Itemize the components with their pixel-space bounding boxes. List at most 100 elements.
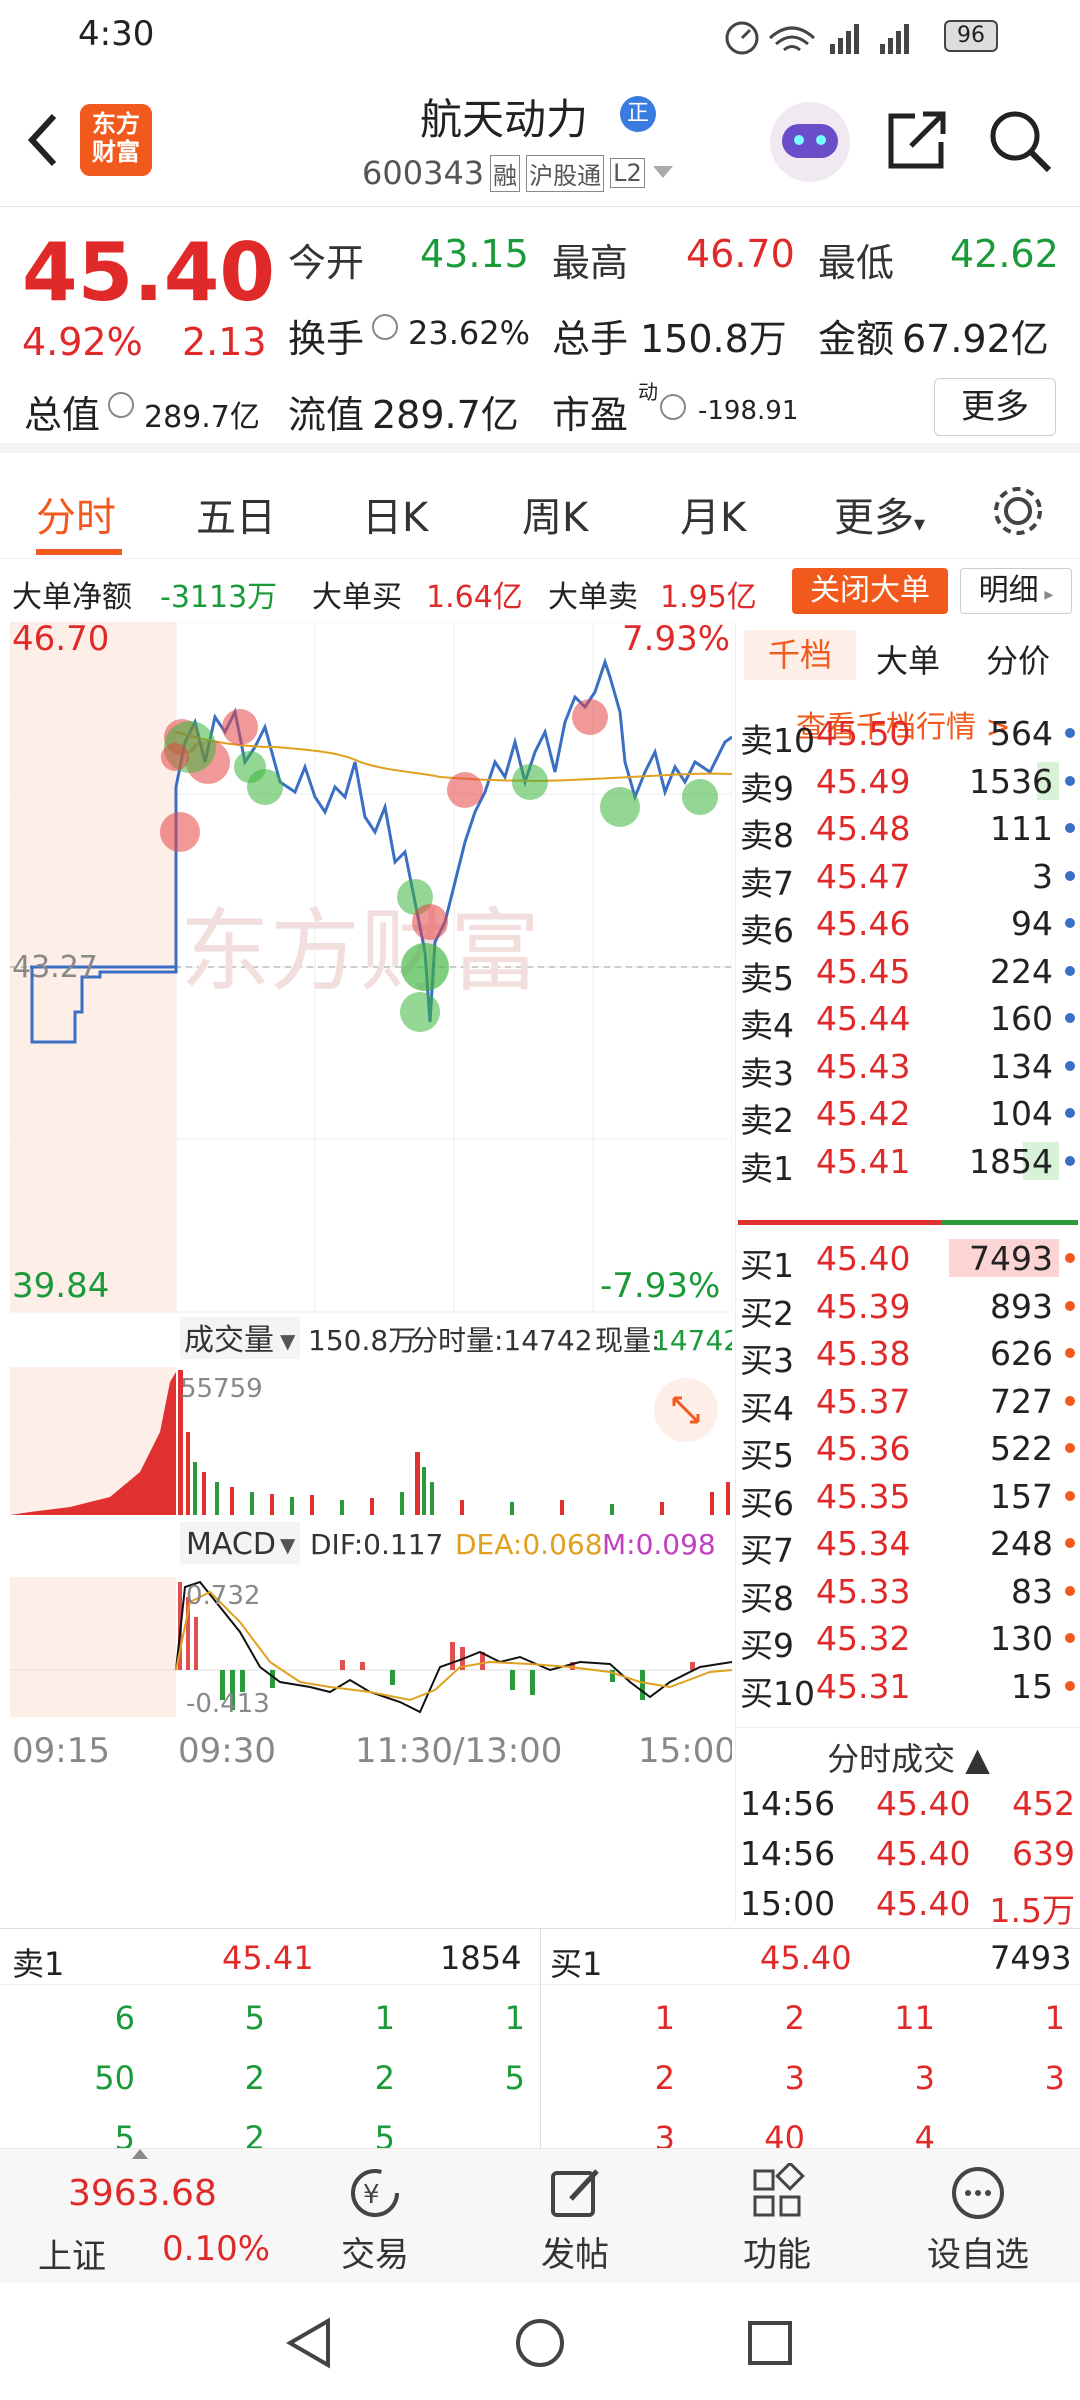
tab-daily-k[interactable]: 日K <box>362 485 428 543</box>
queue-cell: 5 <box>114 2119 135 2149</box>
ask-row[interactable]: 卖8 45.48 111 <box>736 805 1080 855</box>
tab-5day[interactable]: 五日 <box>196 485 276 543</box>
bid-row[interactable]: 买3 45.38 626 <box>736 1330 1080 1380</box>
tab-underline <box>36 549 122 555</box>
queue-panel: 卖1 45.41 1854 买1 45.40 7493 6 5 1 1 50 2 2 5 5 2 5… <box>0 1928 1080 2149</box>
bid-row[interactable]: 买9 45.32 130 <box>736 1615 1080 1665</box>
bid-price: 45.31 <box>816 1666 911 1706</box>
bid-label: 买5 <box>740 1436 794 1475</box>
stock-code-row[interactable]: 600343 融 沪股通 L2 <box>362 154 675 192</box>
bid-row[interactable]: 买2 45.39 893 <box>736 1283 1080 1333</box>
bid-volume: 157 <box>990 1476 1053 1516</box>
ask-row[interactable]: 卖7 45.47 3 <box>736 853 1080 903</box>
tab-big-orders[interactable]: 大单 <box>876 636 940 682</box>
tab-weekly-k[interactable]: 周K <box>522 485 588 543</box>
bid-volume: 130 <box>990 1619 1053 1658</box>
queue-cell: 2 <box>244 2059 265 2097</box>
bid-price: 45.37 <box>816 1381 911 1421</box>
trade-button[interactable]: ¥ 交易 <box>330 2163 420 2276</box>
tab-more[interactable]: 更多▾ <box>834 485 925 543</box>
ask-row[interactable]: 卖6 45.46 94 <box>736 900 1080 950</box>
trades-title[interactable]: 分时成交 ▲ <box>736 1727 1080 1778</box>
bid-price: 45.39 <box>816 1286 911 1326</box>
queue-cell: 2 <box>784 1999 805 2037</box>
home-nav-icon[interactable] <box>510 2313 570 2373</box>
ask-row[interactable]: 卖1 45.41 1854 <box>736 1138 1080 1188</box>
trade-icon: ¥ <box>351 2169 399 2217</box>
pe-ratio: -198.91 <box>698 396 799 426</box>
info-icon[interactable] <box>372 314 398 340</box>
queue-cell: 11 <box>894 1999 935 2037</box>
bid-label: 买9 <box>740 1626 794 1665</box>
bid-label: 买10 <box>740 1673 815 1713</box>
ask-label: 卖4 <box>740 1006 794 1045</box>
add-watchlist-button[interactable]: 设自选 <box>918 2163 1038 2276</box>
recents-nav-icon[interactable] <box>740 2313 800 2373</box>
dot-icon <box>1065 870 1075 881</box>
index-pct: 0.10% <box>162 2229 271 2269</box>
bid-price: 45.40 <box>816 1239 911 1278</box>
function-button[interactable]: 功能 <box>732 2161 822 2276</box>
app-logo[interactable]: 东方 财富 <box>80 104 152 176</box>
bid-row[interactable]: 买7 45.34 248 <box>736 1520 1080 1570</box>
settings-icon[interactable] <box>990 483 1046 539</box>
macd-min: -0.413 <box>186 1689 270 1719</box>
bid-row[interactable]: 买1 45.40 7493 <box>736 1235 1080 1285</box>
ask-row[interactable]: 卖2 45.42 104 <box>736 1090 1080 1140</box>
detail-button[interactable]: 明细 ▸ <box>960 568 1072 614</box>
back-icon[interactable] <box>22 110 62 170</box>
info-icon[interactable] <box>660 394 686 420</box>
assistant-avatar[interactable] <box>770 102 850 182</box>
queue-cell: 2 <box>374 2059 395 2097</box>
dot-icon <box>1065 775 1075 786</box>
ask-row[interactable]: 卖3 45.43 134 <box>736 1043 1080 1093</box>
bid-row[interactable]: 买6 45.35 157 <box>736 1473 1080 1523</box>
tab-price-dist[interactable]: 分价 <box>986 636 1050 682</box>
bid-label: 买1 <box>740 1246 794 1285</box>
dot-icon <box>1065 1395 1075 1406</box>
battery-icon: 96 <box>944 20 998 52</box>
back-nav-icon[interactable] <box>280 2313 340 2373</box>
queue-cell: 1 <box>1044 1999 1065 2037</box>
ask-row[interactable]: 卖9 45.49 1536 <box>736 758 1080 808</box>
bid-row[interactable]: 买8 45.33 83 <box>736 1568 1080 1618</box>
post-button[interactable]: 发帖 <box>530 2163 620 2276</box>
svg-text:▼: ▼ <box>280 1329 296 1353</box>
ask-volume: 104 <box>990 1094 1053 1133</box>
sell-queue: 6 5 1 1 50 2 2 5 5 2 5 <box>0 1999 540 2149</box>
tab-monthly-k[interactable]: 月K <box>680 485 746 543</box>
share-icon[interactable] <box>885 106 951 172</box>
search-icon[interactable] <box>985 106 1055 176</box>
ask-row[interactable]: 卖10 45.50 564 <box>736 710 1080 760</box>
big-sell: 1.95亿 <box>660 580 757 615</box>
bid-volume: 522 <box>990 1429 1053 1468</box>
time-label: 09:15 <box>12 1731 110 1771</box>
info-icon[interactable] <box>108 392 134 418</box>
net-big-order: -3113万 <box>160 580 278 615</box>
queue-cell: 1 <box>654 1999 675 2037</box>
bid-row[interactable]: 买5 45.36 522 <box>736 1425 1080 1475</box>
market-cap: 289.7亿 <box>144 400 260 435</box>
ask-price: 45.47 <box>816 856 911 896</box>
more-button[interactable]: 更多 <box>934 378 1056 436</box>
chart-svg: 东方财富 46.70 7.93% 43.27 39.84 -7.93% 成交量 … <box>9 619 741 1771</box>
intraday-chart[interactable]: 东方财富 46.70 7.93% 43.27 39.84 -7.93% 成交量 … <box>9 619 741 1922</box>
ask-price: 45.49 <box>816 761 911 801</box>
index-name: 上证 <box>38 2237 106 2277</box>
ask-row[interactable]: 卖5 45.45 224 <box>736 948 1080 998</box>
tab-intraday[interactable]: 分时 <box>36 485 116 543</box>
ask-row[interactable]: 卖4 45.44 160 <box>736 995 1080 1045</box>
queue-buy-price: 45.40 <box>760 1939 852 1977</box>
bid-volume: 7493 <box>969 1239 1053 1278</box>
close-big-order-button[interactable]: 关闭大单 <box>792 568 948 614</box>
volume-fs: 分时量:14742 <box>410 1324 593 1357</box>
bid-row[interactable]: 买4 45.37 727 <box>736 1378 1080 1428</box>
bid-volume: 15 <box>1011 1666 1053 1706</box>
bid-label: 买3 <box>740 1341 794 1380</box>
dot-icon <box>1065 1680 1075 1691</box>
volume: 150.8万 <box>640 317 787 361</box>
index-value[interactable]: 3963.68 <box>68 2173 217 2214</box>
bid-row[interactable]: 买10 45.31 15 <box>736 1663 1080 1713</box>
bid-volume: 248 <box>990 1524 1053 1563</box>
tab-full-depth[interactable]: 千档 <box>744 630 856 680</box>
